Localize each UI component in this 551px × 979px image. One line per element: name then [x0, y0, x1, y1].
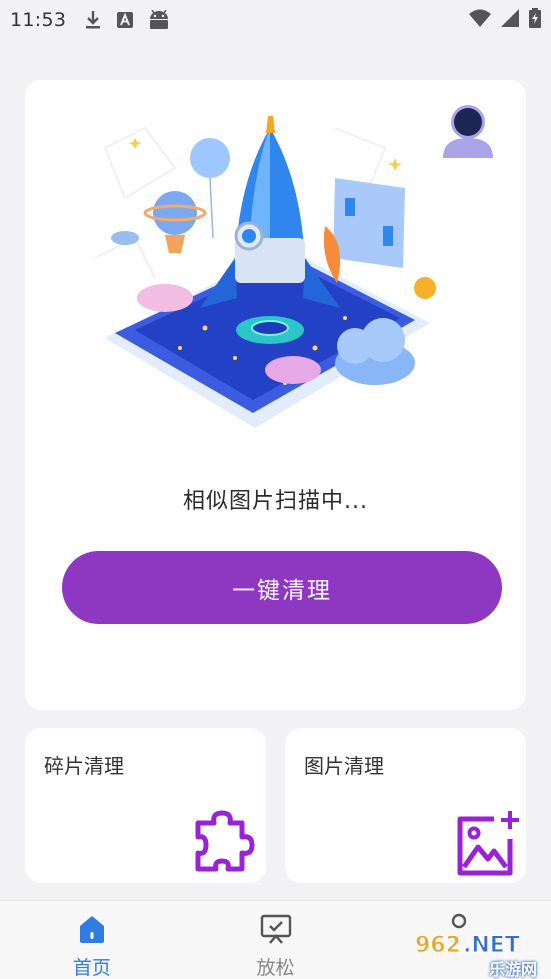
nav-label-relax: 放松	[256, 957, 295, 979]
home-icon	[76, 913, 108, 945]
avatar[interactable]	[441, 102, 495, 160]
add-image-icon	[450, 809, 522, 881]
status-bar: 11:53	[0, 0, 551, 40]
battery-icon	[529, 8, 541, 32]
download-icon	[84, 10, 102, 30]
nav-item-home[interactable]: 首页	[0, 901, 184, 979]
rocket-illustration	[85, 108, 445, 448]
a-letter-icon	[116, 11, 134, 29]
svg-text:.NET: .NET	[463, 933, 520, 958]
watermark-logo: 962 .NET 乐游网	[411, 928, 543, 979]
image-clean-title: 图片清理	[304, 754, 384, 778]
scan-card: 相似图片扫描中... 一键清理	[25, 80, 526, 710]
watermark-site-name: 乐游网	[488, 960, 537, 979]
fragment-clean-card[interactable]: 碎片清理	[25, 728, 266, 883]
puzzle-icon	[190, 809, 262, 881]
android-icon	[148, 10, 170, 30]
image-clean-card[interactable]: 图片清理	[285, 728, 526, 883]
signal-icon	[501, 9, 519, 31]
nav-item-relax[interactable]: 放松	[184, 901, 368, 979]
monitor-check-icon	[260, 913, 292, 945]
nav-label-home: 首页	[72, 957, 111, 979]
svg-text:962: 962	[415, 933, 461, 958]
one-click-clean-button[interactable]: 一键清理	[62, 551, 502, 624]
wifi-icon	[469, 9, 491, 31]
fragment-clean-title: 碎片清理	[44, 754, 124, 778]
scan-status-text: 相似图片扫描中...	[183, 489, 368, 514]
status-time: 11:53	[10, 9, 67, 31]
